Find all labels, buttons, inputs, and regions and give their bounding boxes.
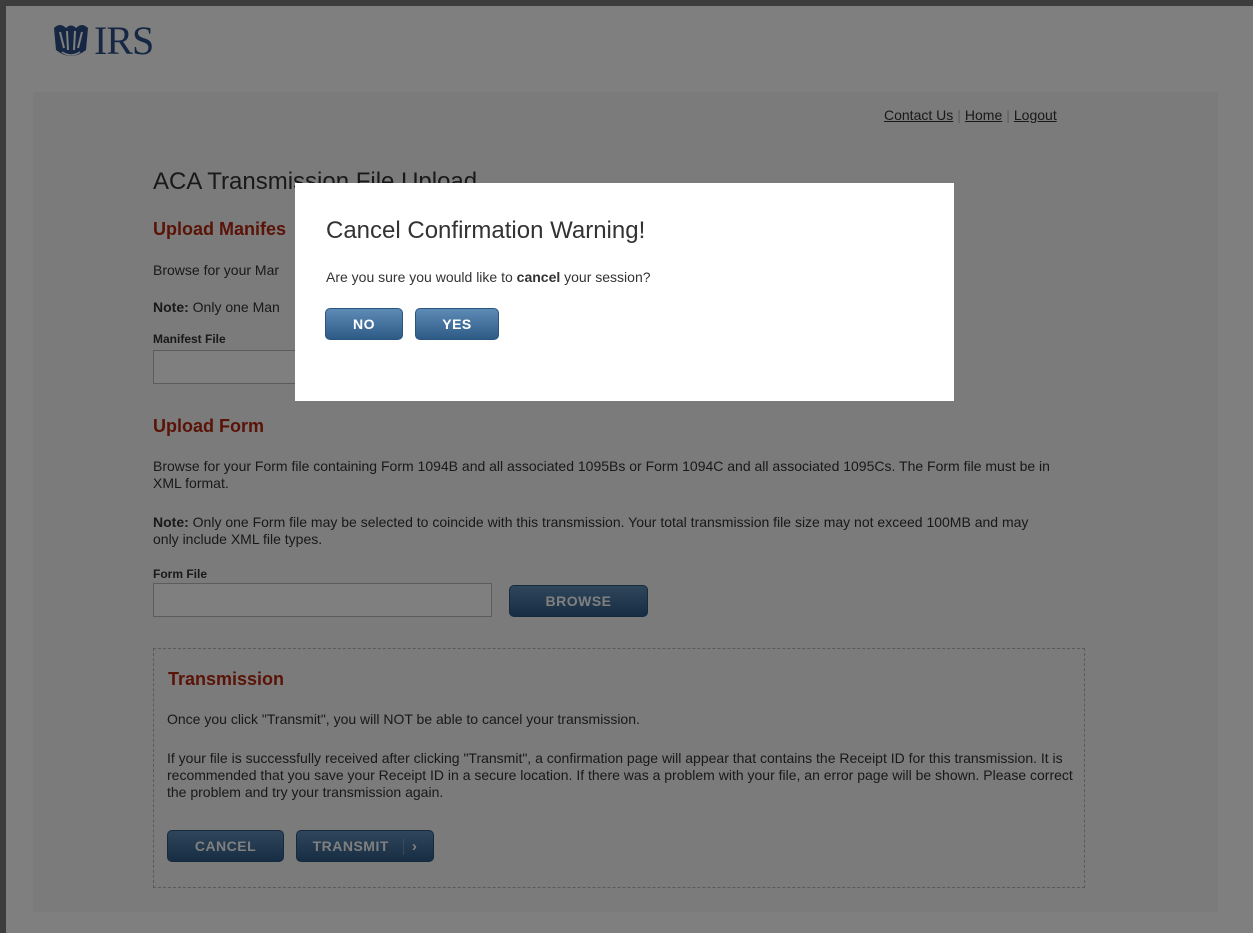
yes-button[interactable]: YES bbox=[415, 308, 499, 340]
cancel-confirmation-modal: Cancel Confirmation Warning! Are you sur… bbox=[295, 183, 954, 401]
no-button[interactable]: NO bbox=[325, 308, 403, 340]
message-emphasis: cancel bbox=[516, 269, 561, 285]
message-suffix: your session? bbox=[560, 269, 651, 285]
modal-title: Cancel Confirmation Warning! bbox=[326, 217, 646, 244]
modal-overlay[interactable] bbox=[0, 0, 1253, 933]
message-prefix: Are you sure you would like to bbox=[326, 269, 517, 285]
modal-message: Are you sure you would like to cancel yo… bbox=[326, 269, 651, 285]
